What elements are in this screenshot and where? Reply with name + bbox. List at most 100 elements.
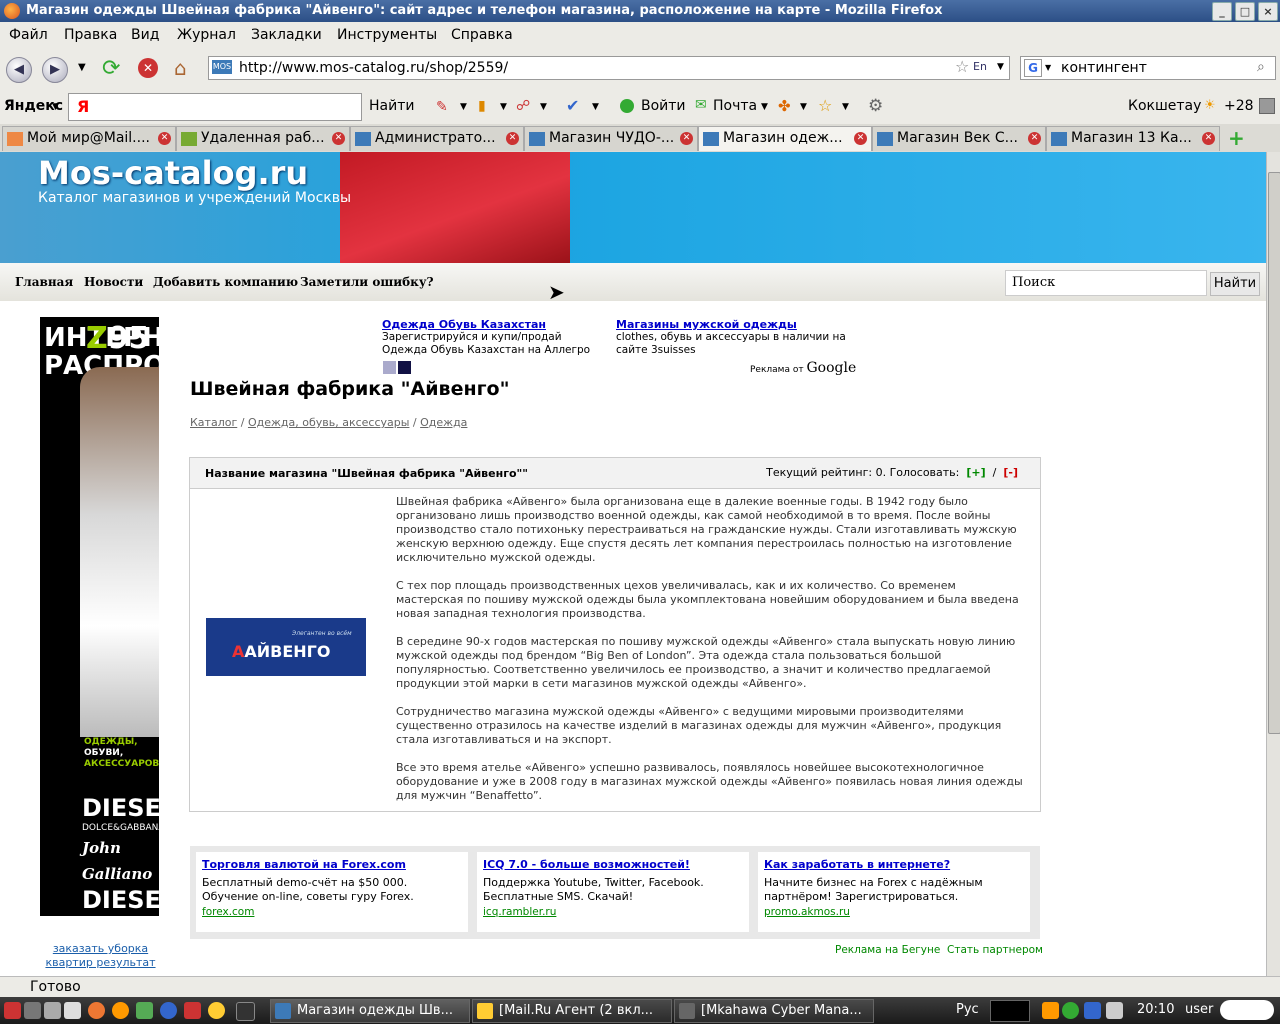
- close-window-button[interactable]: ×: [1258, 2, 1278, 21]
- weather-city[interactable]: Кокшетау: [1128, 98, 1201, 114]
- google-ads-label[interactable]: Реклама от Google: [750, 360, 856, 376]
- tab-moy-mir[interactable]: Мой мир@Mail.... ✕: [2, 126, 176, 151]
- yandex-menu-dropdown-icon[interactable]: ▼: [52, 102, 59, 112]
- history-dropdown-icon[interactable]: ▼: [78, 62, 86, 73]
- mail-agent-launcher-icon[interactable]: [112, 1002, 129, 1019]
- keyboard-layout[interactable]: Рус: [956, 1002, 979, 1017]
- scrollbar-thumb[interactable]: [1268, 172, 1280, 734]
- toolbar-overflow-icon[interactable]: [1259, 98, 1275, 114]
- search-magnifier-icon[interactable]: ⌕: [1257, 59, 1265, 75]
- favorites-star-icon[interactable]: ☆: [818, 96, 832, 115]
- language-indicator[interactable]: En: [973, 60, 987, 73]
- bottom-ad-title[interactable]: Как заработать в интернете?: [764, 858, 950, 871]
- notes-icon[interactable]: [44, 1002, 61, 1019]
- ad-prev-icon[interactable]: [383, 361, 396, 374]
- menu-tools[interactable]: Инструменты: [337, 27, 437, 43]
- signal-dropdown-icon[interactable]: ▼: [500, 102, 507, 112]
- favorites-dropdown-icon[interactable]: ▼: [842, 102, 849, 112]
- yandex-search-input[interactable]: Я: [68, 93, 362, 121]
- tab-udalennaya[interactable]: Удаленная раб... ✕: [176, 126, 350, 151]
- menu-edit[interactable]: Правка: [64, 27, 117, 43]
- nav-news[interactable]: Новости: [84, 275, 143, 289]
- bottom-ad-title[interactable]: ICQ 7.0 - больше возможностей!: [483, 858, 690, 871]
- spellcheck-icon[interactable]: ✔: [566, 96, 579, 115]
- translate-icon[interactable]: ☍: [516, 98, 530, 114]
- calculator-icon[interactable]: [64, 1002, 81, 1019]
- icq-tray-icon[interactable]: [1062, 1002, 1079, 1019]
- begun-ads-link[interactable]: Реклама на Бегуне: [835, 944, 940, 956]
- tab-close-icon[interactable]: ✕: [158, 132, 171, 145]
- tab-close-icon[interactable]: ✕: [854, 132, 867, 145]
- vote-plus-button[interactable]: [+]: [966, 466, 985, 479]
- ad-next-icon[interactable]: [398, 361, 411, 374]
- url-dropdown-icon[interactable]: ▼: [997, 62, 1004, 72]
- highlighter-dropdown-icon[interactable]: ▼: [460, 102, 467, 112]
- logout-button[interactable]: [1220, 1000, 1274, 1020]
- bottom-ad-icq[interactable]: ICQ 7.0 - больше возможностей! Поддержка…: [477, 852, 749, 932]
- bottom-ad-earn[interactable]: Как заработать в интернете? Начните бизн…: [758, 852, 1030, 932]
- translate-dropdown-icon[interactable]: ▼: [540, 102, 547, 112]
- left-text-ad-link[interactable]: заказать уборка квартир результат: [28, 942, 173, 970]
- highlighter-icon[interactable]: ✎: [436, 99, 448, 115]
- menu-history[interactable]: Журнал: [177, 27, 236, 43]
- minimize-button[interactable]: _: [1212, 2, 1232, 21]
- bottom-ad-url[interactable]: promo.akmos.ru: [764, 906, 850, 918]
- task-mail-agent[interactable]: [Mail.Ru Агент (2 вкл...: [472, 999, 672, 1023]
- bottom-ad-title[interactable]: Торговля валютой на Forex.com: [202, 858, 406, 871]
- left-banner-ad[interactable]: ИНТЕРНЕТ-РАСПРОДАЖА Z95 ОДЕЖДЫ, ОБУВИ, А…: [40, 317, 159, 916]
- bookmarks-bar-icon[interactable]: ✤: [778, 97, 791, 115]
- menu-view[interactable]: Вид: [131, 27, 159, 43]
- bookmark-star-icon[interactable]: ☆: [955, 57, 969, 76]
- site-search-button[interactable]: Найти: [1210, 272, 1260, 296]
- new-tab-plus-icon[interactable]: +: [1228, 126, 1245, 150]
- nav-add-company[interactable]: Добавить компанию: [153, 275, 298, 289]
- task-mkahawa[interactable]: [Mkahawa Cyber Mana...: [674, 999, 874, 1023]
- yandex-mail-button[interactable]: Почта: [713, 98, 757, 114]
- app-launcher-icon[interactable]: [184, 1002, 201, 1019]
- terminal-launcher-icon[interactable]: [236, 1002, 255, 1021]
- tab-chudo[interactable]: Магазин ЧУДО-... ✕: [524, 126, 698, 151]
- task-firefox[interactable]: Магазин одежды Шв...: [270, 999, 470, 1023]
- weather-temp[interactable]: +28: [1224, 98, 1254, 114]
- home-icon[interactable]: ⌂: [174, 56, 187, 80]
- google-engine-icon[interactable]: G: [1024, 59, 1042, 77]
- search-box[interactable]: G ▼ контингент ⌕: [1020, 56, 1276, 80]
- firefox-launcher-icon[interactable]: [88, 1002, 105, 1019]
- bottom-ad-url[interactable]: icq.rambler.ru: [483, 906, 556, 918]
- yandex-find-button[interactable]: Найти: [369, 98, 414, 114]
- vertical-scrollbar[interactable]: [1266, 152, 1280, 976]
- top-ad-2-title[interactable]: Магазины мужской одежды: [616, 318, 846, 331]
- start-menu-icon[interactable]: [4, 1002, 21, 1019]
- site-search-input[interactable]: Поиск: [1005, 270, 1207, 296]
- tab-admin[interactable]: Администрато... ✕: [350, 126, 524, 151]
- tab-aivengo-active[interactable]: Магазин одеж... ✕: [698, 126, 872, 151]
- bottom-ad-forex[interactable]: Торговля валютой на Forex.com Бесплатный…: [196, 852, 468, 932]
- reload-icon[interactable]: ⟳: [102, 56, 120, 81]
- stop-icon[interactable]: ✕: [138, 58, 158, 78]
- media-player-tray-icon[interactable]: [1042, 1002, 1059, 1019]
- nav-home[interactable]: Главная: [15, 275, 73, 289]
- tab-close-icon[interactable]: ✕: [1202, 132, 1215, 145]
- tab-close-icon[interactable]: ✕: [506, 132, 519, 145]
- globe-launcher-icon[interactable]: [160, 1002, 177, 1019]
- menu-help[interactable]: Справка: [451, 27, 513, 43]
- breadcrumb-clothes-shoes[interactable]: Одежда, обувь, аксессуары: [248, 416, 409, 429]
- top-ad-2[interactable]: Магазины мужской одежды clothes, обувь и…: [616, 318, 846, 357]
- clock[interactable]: 20:10: [1137, 1002, 1174, 1017]
- menu-file[interactable]: Файл: [9, 27, 48, 43]
- tab-close-icon[interactable]: ✕: [332, 132, 345, 145]
- back-icon[interactable]: ◀: [6, 57, 32, 83]
- bookmarks-dropdown-icon[interactable]: ▼: [800, 102, 807, 112]
- breadcrumb-catalog[interactable]: Каталог: [190, 416, 237, 429]
- nav-report-error[interactable]: Заметили ошибку?: [300, 275, 434, 289]
- engine-dropdown-icon[interactable]: ▼: [1045, 63, 1051, 72]
- menu-bookmarks[interactable]: Закладки: [251, 27, 322, 43]
- tab-close-icon[interactable]: ✕: [1028, 132, 1041, 145]
- address-bar[interactable]: MOS http://www.mos-catalog.ru/shop/2559/…: [208, 56, 1010, 80]
- vote-minus-button[interactable]: [-]: [1003, 466, 1018, 479]
- settings-gear-icon[interactable]: ⚙: [868, 96, 883, 116]
- maximize-button[interactable]: □: [1235, 2, 1255, 21]
- breadcrumb-clothes[interactable]: Одежда: [420, 416, 467, 429]
- top-ad-1-title[interactable]: Одежда Обувь Казахстан: [382, 318, 602, 331]
- site-logo[interactable]: Mos-catalog.ru: [38, 154, 308, 192]
